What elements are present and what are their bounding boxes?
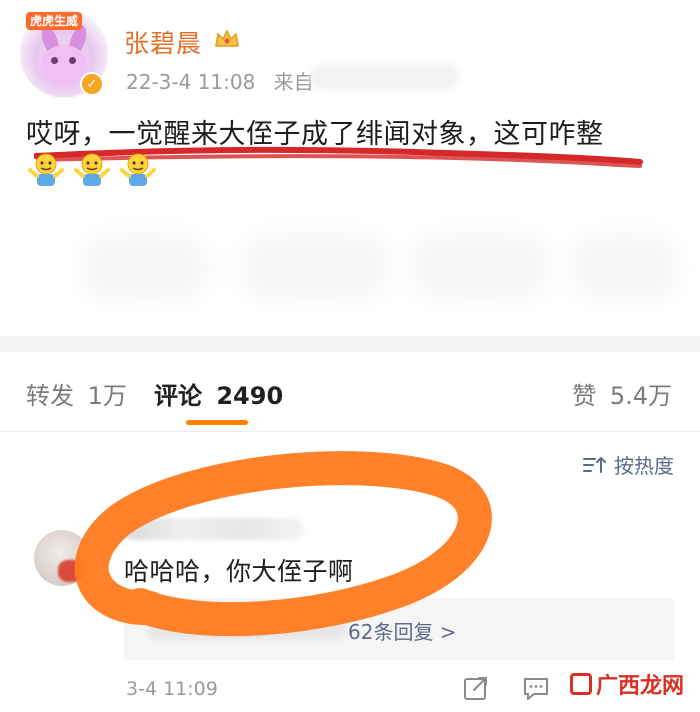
shrug-emoji-icon	[28, 153, 64, 186]
crown-icon	[215, 29, 239, 47]
shrug-emoji-icon	[120, 153, 156, 186]
view-replies-link[interactable]: 62条回复 >	[348, 616, 457, 645]
tab-like-label: 赞	[572, 382, 597, 410]
redacted-media-strip	[80, 212, 680, 316]
avatar-tag: 虎虎生威	[26, 12, 83, 30]
shrug-emoji-icon	[74, 153, 110, 186]
verified-badge-icon: ✓	[80, 72, 104, 96]
tab-like[interactable]: 赞 5.4万	[572, 376, 672, 411]
watermark-logo-icon	[570, 673, 592, 695]
share-icon[interactable]	[462, 674, 490, 702]
post-source-prefix: 来自	[273, 70, 314, 94]
active-tab-indicator	[186, 420, 248, 425]
comment-text: 哈哈哈，你大侄子啊	[124, 557, 354, 586]
tab-comment-label: 评论	[154, 382, 202, 410]
tab-repost[interactable]: 转发 1万	[26, 376, 127, 411]
emoji-row	[26, 152, 158, 188]
tab-repost-count: 1万	[87, 382, 127, 410]
tab-comment-count: 2490	[216, 382, 284, 410]
sort-icon	[583, 456, 606, 473]
sort-button[interactable]: 按热度	[582, 450, 674, 479]
post-source-redacted	[310, 64, 460, 90]
post-timestamp: 22-3-4 11:08	[126, 70, 256, 94]
comment-time: 3-4 11:09	[126, 678, 218, 700]
tab-like-count: 5.4万	[609, 382, 672, 410]
section-divider	[0, 336, 700, 352]
watermark: 广西龙网	[566, 668, 689, 700]
post-meta: 22-3-4 11:08 来自	[126, 66, 314, 95]
tabs-divider	[0, 431, 700, 432]
reply-preview-redacted	[146, 616, 346, 640]
author-name[interactable]: 张碧晨	[124, 24, 202, 60]
tab-comment[interactable]: 评论 2490	[154, 376, 283, 411]
tab-repost-label: 转发	[26, 382, 74, 410]
comment-icon[interactable]	[522, 674, 550, 702]
sort-label: 按热度	[614, 454, 674, 478]
commenter-avatar[interactable]	[34, 530, 90, 586]
watermark-text: 广西龙网	[596, 674, 685, 699]
commenter-name-redacted	[124, 518, 304, 540]
